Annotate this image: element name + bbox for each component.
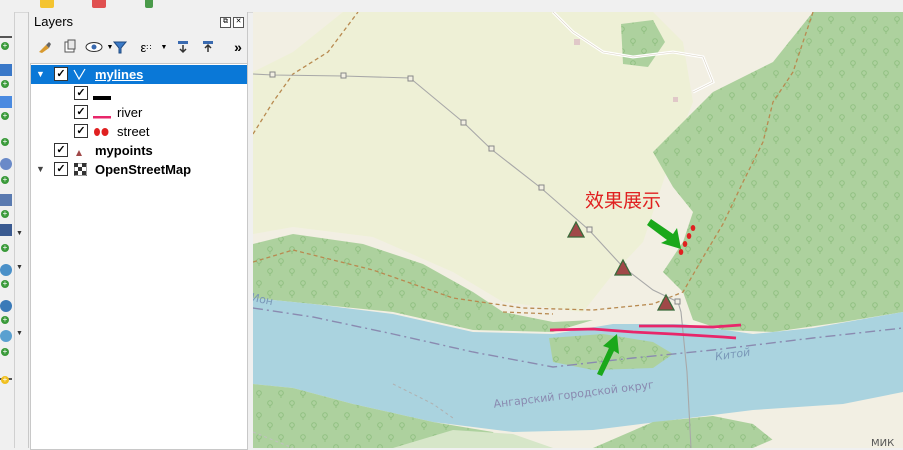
collapse-arrow-icon[interactable]: ▼ [36, 69, 45, 79]
add-layer-icon[interactable]: + [1, 316, 9, 324]
layer-checkbox[interactable]: ✓ [54, 67, 68, 81]
add-layer-icon[interactable]: + [1, 210, 9, 218]
expand-arrow-icon[interactable]: ▼ [36, 164, 45, 174]
layers-toolbar: ▼ ε ∷ ▼ » [29, 36, 247, 58]
layer-row-openstreetmap[interactable]: ▼ ✓ OpenStreetMap [31, 160, 247, 179]
rule-label: street [117, 124, 150, 139]
layer-row-mypoints[interactable]: ✓ mypoints [31, 141, 247, 160]
chevron-down-icon[interactable]: ▼ [16, 230, 23, 237]
rule-checkbox[interactable]: ✓ [74, 124, 88, 138]
add-wfs-icon[interactable] [0, 264, 12, 276]
add-vector-icon[interactable] [0, 96, 12, 108]
pink-line-symbol [93, 109, 111, 123]
save-project-icon[interactable] [92, 0, 106, 8]
add-postgis-icon[interactable] [0, 224, 12, 236]
line-layer-icon [73, 68, 87, 83]
add-layer-icon[interactable]: + [1, 376, 9, 384]
add-raster-icon[interactable] [0, 64, 12, 76]
add-layer-icon[interactable]: + [1, 348, 9, 356]
add-group-icon[interactable] [61, 38, 79, 56]
rule-checkbox[interactable]: ✓ [74, 86, 88, 100]
add-layer-icon[interactable]: + [1, 42, 9, 50]
layer-name: mylines [95, 67, 144, 82]
expand-all-icon[interactable] [174, 38, 192, 56]
annotation-text: 效果展示 [585, 190, 662, 212]
add-layer-icon[interactable]: + [1, 80, 9, 88]
osm-basemap [253, 12, 903, 448]
add-wcs-icon[interactable] [0, 300, 12, 312]
river-line-feature [639, 323, 742, 329]
collapse-all-icon[interactable] [199, 38, 217, 56]
rule-checkbox[interactable]: ✓ [74, 105, 88, 119]
add-xyz-icon[interactable] [0, 330, 12, 342]
layer-tree: ▼ ✓ mylines ✓ ✓ river ✓ street ✓ mypoint… [30, 63, 248, 450]
layer-name: OpenStreetMap [95, 162, 192, 177]
symbol-row[interactable]: ✓ [31, 84, 247, 103]
red-dots-symbol [93, 126, 111, 140]
left-toolbar: + + + + + + ▼ + ▼ + + ▼ + + [0, 12, 23, 448]
place-label: МИК [871, 438, 895, 448]
triangle-point-icon [75, 146, 83, 160]
layer-checkbox[interactable]: ✓ [54, 162, 68, 176]
map-canvas[interactable]: 效果展示 Ион Китой Ангарский городской округ… [253, 12, 903, 448]
chevron-down-icon[interactable]: ▼ [16, 264, 23, 271]
add-wms-icon[interactable] [0, 158, 12, 170]
add-layer-icon[interactable]: + [1, 112, 9, 120]
add-db-icon[interactable] [0, 194, 12, 206]
folder-icon[interactable] [40, 0, 54, 8]
layer-name: mypoints [95, 143, 153, 158]
close-panel-button[interactable]: ✕ [233, 17, 244, 28]
dropdown-arrow-icon[interactable] [145, 0, 153, 8]
style-manager-icon[interactable] [35, 38, 53, 56]
panel-title: Layers [34, 14, 74, 29]
layers-panel: Layers ⧉ ✕ ▼ ε ∷ ▼ » ▼ ✓ mylines ✓ ✓ riv… [28, 12, 248, 450]
black-line-symbol [93, 90, 111, 104]
float-panel-button[interactable]: ⧉ [220, 17, 231, 28]
more-tools-button[interactable]: » [229, 38, 247, 56]
raster-layer-icon [73, 162, 88, 179]
layer-row-mylines[interactable]: ▼ ✓ mylines [31, 65, 247, 84]
chevron-down-icon[interactable]: ▼ [16, 330, 23, 337]
symbol-row-river[interactable]: ✓ river [31, 103, 247, 122]
chevron-down-icon[interactable]: ▼ [155, 38, 173, 56]
symbol-row-street[interactable]: ✓ street [31, 122, 247, 141]
add-layer-icon[interactable]: + [1, 280, 9, 288]
add-layer-icon[interactable]: + [1, 176, 9, 184]
add-layer-icon[interactable]: + [1, 138, 9, 146]
filter-icon[interactable] [111, 38, 129, 56]
rule-label: river [117, 105, 143, 120]
digitize-icon[interactable] [0, 24, 12, 38]
expression-filter-icon[interactable]: ε ∷ [137, 38, 155, 56]
layer-checkbox[interactable]: ✓ [54, 143, 68, 157]
add-layer-icon[interactable]: + [1, 244, 9, 252]
